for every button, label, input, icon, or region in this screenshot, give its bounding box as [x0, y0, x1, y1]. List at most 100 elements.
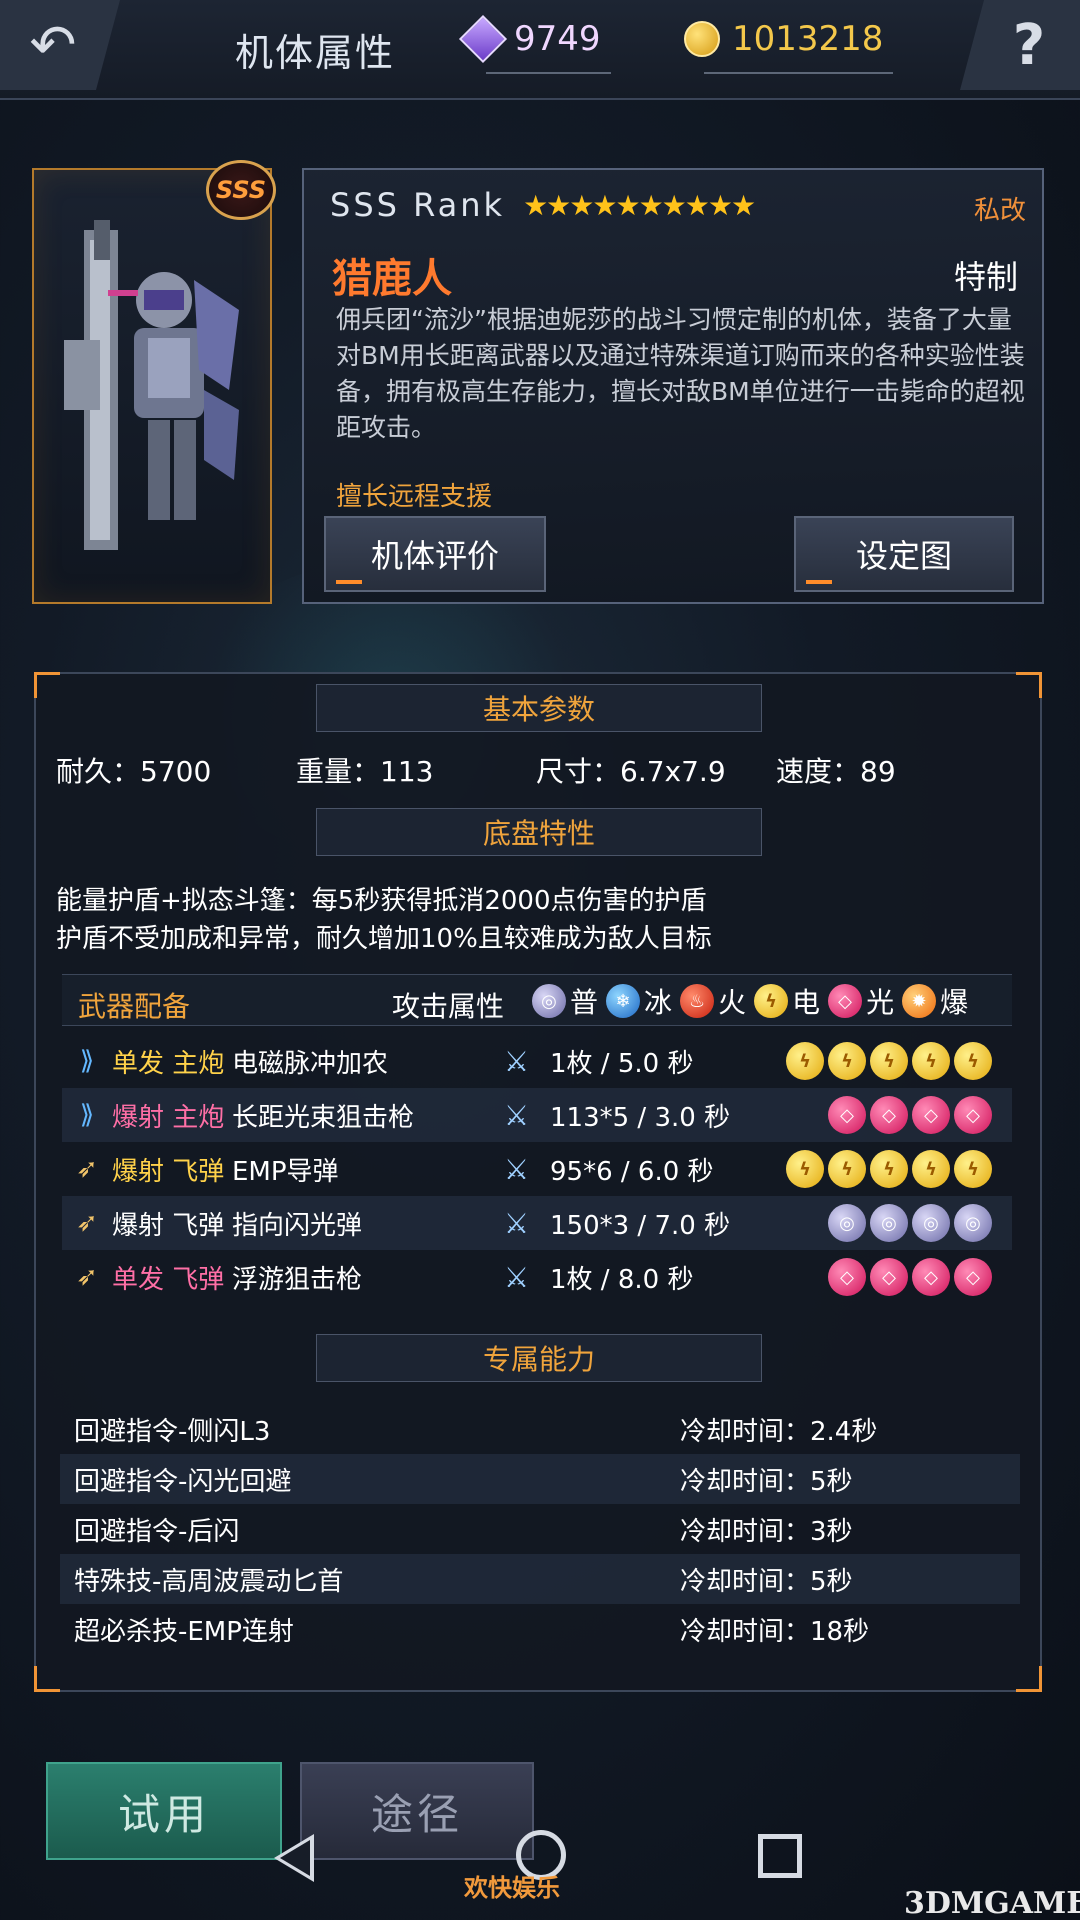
weapon-row[interactable]: ⟫ 爆射 主炮 长距光束狙击枪 ⚔ 113*5 / 3.0 秒 ◇ ◇ ◇ ◇ [62, 1088, 1012, 1142]
weapon-elements: ϟ ϟ ϟ ϟ ϟ [786, 1150, 996, 1188]
help-button[interactable]: ? [960, 0, 1080, 90]
weapon-list[interactable]: ⟫ 单发 主炮 电磁脉冲加农 ⚔ 1枚 / 5.0 秒 ϟ ϟ ϟ ϟ ϟ ⟫ … [62, 1034, 1012, 1296]
chassis-line-1: 能量护盾+拟态斗篷：每5秒获得抵消2000点伤害的护盾 [56, 886, 707, 916]
electric-element-icon: ϟ [954, 1042, 992, 1080]
ability-row: 特殊技-高周波震动匕首 冷却时间：5秒 [60, 1554, 1020, 1604]
mech-info-panel: SSS Rank ★★★★★★★★★★ 私改 猎鹿人 特制 佣兵团“流沙”根据迪… [302, 168, 1044, 604]
coin-value: 1013218 [732, 19, 884, 59]
electric-element-icon: ϟ [870, 1150, 908, 1188]
cannon-icon: ⟫ [79, 1046, 95, 1076]
weapon-row[interactable]: ⟫ 单发 主炮 电磁脉冲加农 ⚔ 1枚 / 5.0 秒 ϟ ϟ ϟ ϟ ϟ [62, 1034, 1012, 1088]
question-mark-icon: ? [1012, 12, 1046, 78]
back-button[interactable]: ↶ [0, 0, 120, 90]
coin-icon [684, 21, 720, 57]
light-element-icon: ◇ [870, 1096, 908, 1134]
rank-line: SSS Rank ★★★★★★★★★★ [330, 186, 756, 224]
fire-element-icon: ♨ [680, 984, 715, 1018]
weapon-fire-mode: 爆射 飞弹 [112, 1156, 225, 1187]
normal-element-icon: ◎ [912, 1204, 950, 1242]
private-mod-tag: 私改 [973, 196, 1026, 226]
electric-element-icon: ϟ [828, 1042, 866, 1080]
attr-ice: ❄ 冰 [606, 981, 672, 1021]
mech-portrait-frame: SSS [32, 160, 276, 604]
normal-element-icon: ◎ [828, 1204, 866, 1242]
ability-name: 超必杀技-EMP连射 [74, 1616, 294, 1647]
watermark-right: 3DMGAME [904, 1886, 1080, 1920]
weight-value: 重量：113 [296, 755, 434, 788]
electric-element-icon: ϟ [912, 1042, 950, 1080]
attack-attribute-label: 攻击属性 [392, 990, 505, 1023]
ability-name: 回避指令-闪光回避 [74, 1466, 292, 1497]
weapon-ammo: 1枚 / 5.0 秒 [550, 1048, 694, 1079]
weapon-name: 长距光束狙击枪 [232, 1102, 415, 1133]
ability-cooldown: 冷却时间：5秒 [680, 1566, 853, 1597]
weapon-elements: ϟ ϟ ϟ ϟ ϟ [786, 1042, 996, 1080]
ability-cooldown: 冷却时间：2.4秒 [680, 1416, 878, 1447]
concept-art-label: 设定图 [855, 537, 952, 575]
weapon-row[interactable]: ➶ 爆射 飞弹 指向闪光弹 ⚔ 150*3 / 7.0 秒 ◎ ◎ ◎ ◎ [62, 1196, 1012, 1250]
mech-name: 猎鹿人 [332, 256, 452, 302]
light-element-icon: ◇ [954, 1258, 992, 1296]
normal-element-icon: ◎ [954, 1204, 992, 1242]
watermark-left: 欢快娱乐 [464, 1874, 560, 1902]
weapon-row[interactable]: ➶ 单发 飞弹 浮游狙击枪 ⚔ 1枚 / 8.0 秒 ◇ ◇ ◇ ◇ [62, 1250, 1012, 1296]
attr-light: ◇ 光 [828, 981, 894, 1021]
sword-icon: ⚔ [504, 1260, 530, 1294]
top-bar: ↶ 机体属性 9749 1013218 ? [0, 0, 1080, 100]
concept-art-button[interactable]: 设定图 [794, 516, 1014, 592]
electric-element-icon: ϟ [828, 1150, 866, 1188]
electric-element-icon: ϟ [870, 1042, 908, 1080]
weapon-row[interactable]: ➶ 爆射 飞弹 EMP导弹 ⚔ 95*6 / 6.0 秒 ϟ ϟ ϟ ϟ ϟ [62, 1142, 1012, 1196]
electric-element-icon: ϟ [786, 1150, 824, 1188]
back-arrow-icon: ↶ [29, 12, 77, 78]
basic-params-row: 耐久：5700 重量：113 尺寸：6.7x7.9 速度：89 [56, 750, 1016, 790]
gem-value: 9749 [514, 19, 601, 59]
nav-back-icon[interactable] [274, 1834, 314, 1882]
ability-row: 超必杀技-EMP连射 冷却时间：18秒 [60, 1604, 1020, 1654]
coin-counter: 1013218 [684, 14, 894, 74]
gem-counter: 9749 [458, 14, 611, 74]
weapon-elements: ◇ ◇ ◇ ◇ [828, 1258, 996, 1296]
ability-name: 特殊技-高周波震动匕首 [74, 1566, 344, 1597]
normal-element-icon: ◎ [532, 984, 566, 1018]
rank-badge: SSS [206, 160, 276, 220]
attribute-legend: ◎ 普 ❄ 冰 ♨ 火 ϟ电 ◇ 光 ✹ 爆 [532, 981, 976, 1021]
weapon-ammo: 95*6 / 6.0 秒 [550, 1156, 714, 1187]
weapon-fire-mode: 单发 飞弹 [112, 1264, 225, 1295]
ice-element-icon: ❄ [606, 984, 641, 1018]
light-element-icon: ◇ [954, 1096, 992, 1134]
ability-row: 回避指令-侧闪L3 冷却时间：2.4秒 [60, 1404, 1020, 1454]
attr-explosive: ✹ 爆 [902, 981, 968, 1021]
stats-panel: 基本参数 耐久：5700 重量：113 尺寸：6.7x7.9 速度：89 底盘特… [34, 672, 1042, 1692]
weapon-ammo: 113*5 / 3.0 秒 [550, 1102, 731, 1133]
missile-icon: ➶ [76, 1262, 98, 1292]
nav-recent-apps-icon[interactable] [758, 1834, 802, 1878]
exclusive-abilities-list: 回避指令-侧闪L3 冷却时间：2.4秒 回避指令-闪光回避 冷却时间：5秒 回避… [60, 1404, 1020, 1654]
mech-review-button[interactable]: 机体评价 [324, 516, 546, 592]
page-title: 机体属性 [235, 31, 396, 75]
normal-element-icon: ◎ [870, 1204, 908, 1242]
ability-cooldown: 冷却时间：3秒 [680, 1516, 853, 1547]
size-value: 尺寸：6.7x7.9 [536, 755, 726, 788]
mech-robot-icon [64, 220, 239, 550]
attr-electric: ϟ电 [754, 981, 820, 1021]
electric-element-icon: ϟ [786, 1042, 824, 1080]
mech-specialty: 擅长远程支援 [336, 482, 493, 512]
weapon-fire-mode: 爆射 主炮 [112, 1102, 225, 1133]
star-rating: ★★★★★★★★★★ [523, 188, 756, 222]
electric-element-icon: ϟ [754, 984, 789, 1018]
gem-icon [458, 14, 508, 64]
weapon-header: 武器配备 攻击属性 ◎ 普 ❄ 冰 ♨ 火 ϟ电 ◇ 光 ✹ 爆 [62, 974, 1012, 1026]
mech-review-label: 机体评价 [370, 537, 499, 575]
weapon-name: 电磁脉冲加农 [232, 1048, 389, 1079]
chassis-line-2: 护盾不受加成和异常，耐久增加10%且较难成为敌人目标 [56, 924, 712, 954]
ability-name: 回避指令-后闪 [74, 1516, 240, 1547]
light-element-icon: ◇ [912, 1096, 950, 1134]
light-element-icon: ◇ [870, 1258, 908, 1296]
ability-cooldown: 冷却时间：5秒 [680, 1466, 853, 1497]
weapon-elements: ◎ ◎ ◎ ◎ [828, 1204, 996, 1242]
ability-row: 回避指令-后闪 冷却时间：3秒 [60, 1504, 1020, 1554]
mech-description: 佣兵团“流沙”根据迪妮莎的战斗习惯定制的机体，装备了大量对BM用长距离武器以及通… [336, 305, 1025, 442]
electric-element-icon: ϟ [954, 1150, 992, 1188]
chassis-description: 能量护盾+拟态斗篷：每5秒获得抵消2000点伤害的护盾 护盾不受加成和异常，耐久… [56, 882, 712, 958]
